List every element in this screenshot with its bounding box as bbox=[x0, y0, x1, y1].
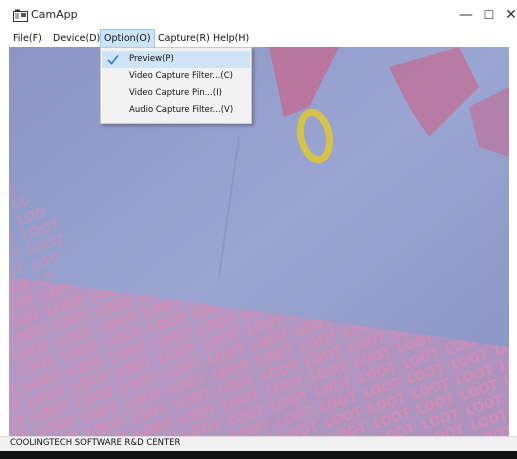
dropdown-item-label: Video Capture Pin...(I) bbox=[129, 88, 222, 98]
menu-bar: File(F) Device(D) Option(O) Capture(R) H… bbox=[0, 29, 517, 48]
dropdown-item-label: Preview(P) bbox=[129, 54, 174, 64]
dropdown-item-label: Audio Capture Filter...(V) bbox=[129, 105, 234, 115]
option-dropdown-menu: Preview(P) Video Capture Filter...(C) Vi… bbox=[100, 47, 252, 124]
dropdown-item-video-capture-filter[interactable]: Video Capture Filter...(C) bbox=[102, 68, 250, 85]
menu-file[interactable]: File(F) bbox=[10, 30, 45, 47]
window-title: CamApp bbox=[31, 8, 78, 21]
close-button[interactable]: ✕ bbox=[499, 6, 517, 24]
menu-help[interactable]: Help(H) bbox=[210, 30, 252, 47]
dropdown-item-audio-capture-filter[interactable]: Audio Capture Filter...(V) bbox=[102, 102, 250, 119]
dropdown-item-preview[interactable]: Preview(P) bbox=[102, 51, 250, 68]
menu-capture[interactable]: Capture(R) bbox=[155, 30, 213, 47]
maximize-button[interactable]: ☐ bbox=[477, 6, 501, 24]
bottom-edge bbox=[0, 451, 517, 459]
menu-device[interactable]: Device(D) bbox=[50, 30, 103, 47]
dropdown-item-video-capture-pin[interactable]: Video Capture Pin...(I) bbox=[102, 85, 250, 102]
title-bar: CamApp — ☐ ✕ bbox=[0, 0, 517, 30]
status-text: COOLINGTECH SOFTWARE R&D CENTER bbox=[10, 438, 181, 448]
camera-feed-image: LOOT bbox=[9, 47, 509, 436]
dropdown-item-label: Video Capture Filter...(C) bbox=[129, 71, 233, 81]
checkmark-icon bbox=[107, 54, 119, 65]
minimize-button[interactable]: — bbox=[454, 6, 478, 24]
video-preview[interactable]: LOOT bbox=[9, 47, 509, 436]
menu-option[interactable]: Option(O) bbox=[100, 29, 155, 48]
camera-app-icon bbox=[13, 9, 28, 22]
status-bar: COOLINGTECH SOFTWARE R&D CENTER bbox=[0, 436, 517, 452]
